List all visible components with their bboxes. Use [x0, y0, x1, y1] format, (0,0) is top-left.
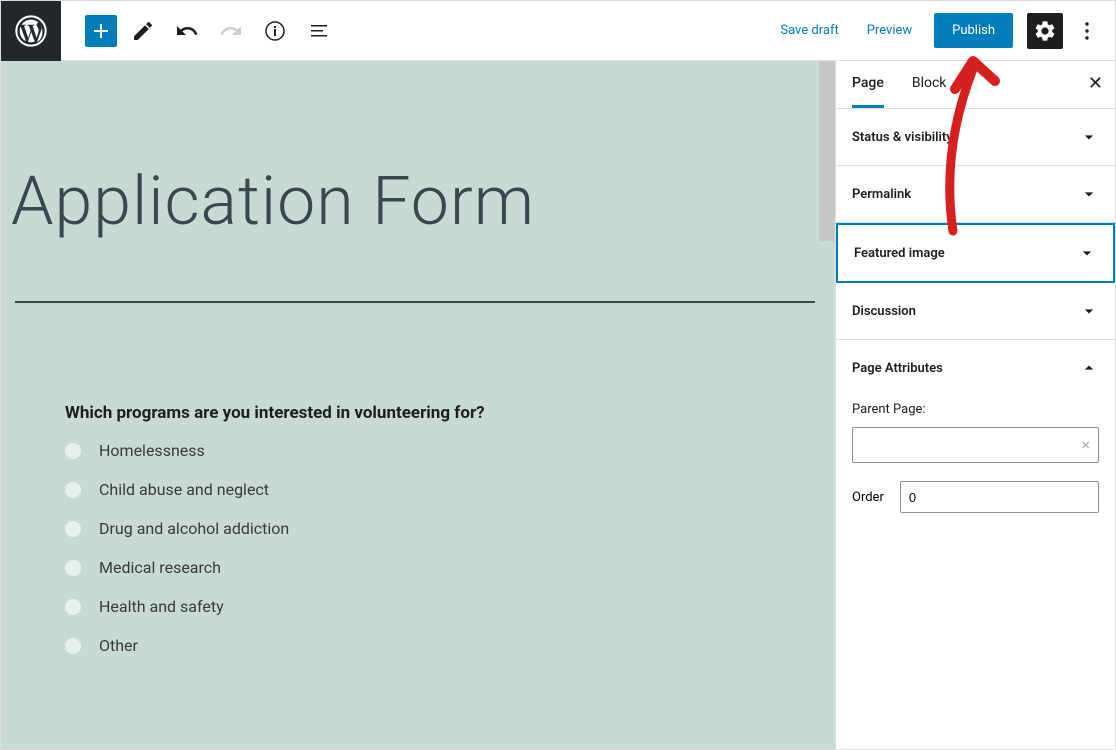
form-option-label: Other [99, 636, 138, 655]
redo-button[interactable] [213, 13, 249, 49]
radio-icon[interactable] [65, 560, 81, 576]
publish-button[interactable]: Publish [934, 13, 1013, 48]
save-draft-link[interactable]: Save draft [766, 15, 852, 46]
radio-icon[interactable] [65, 521, 81, 537]
form-option-label: Homelessness [99, 441, 205, 460]
redo-icon [219, 19, 243, 43]
add-block-button[interactable] [85, 15, 117, 47]
form-option-label: Medical research [99, 558, 221, 577]
form-option[interactable]: Child abuse and neglect [65, 480, 825, 499]
radio-icon[interactable] [65, 599, 81, 615]
panel-status-visibility[interactable]: Status & visibility [836, 109, 1115, 166]
order-label: Order [852, 490, 884, 505]
sidebar-tabs: Page Block ✕ [836, 61, 1115, 109]
panel-label: Page Attributes [852, 361, 943, 376]
parent-page-input[interactable]: × [852, 427, 1099, 463]
undo-icon [175, 19, 199, 43]
preview-link[interactable]: Preview [853, 15, 926, 46]
chevron-down-icon [1077, 243, 1097, 263]
info-icon [263, 19, 287, 43]
panel-permalink[interactable]: Permalink [836, 166, 1115, 223]
page-attributes-body: Parent Page: × Order [836, 396, 1115, 533]
panel-label: Discussion [852, 304, 916, 319]
panel-label: Featured image [854, 246, 945, 261]
separator-block[interactable] [15, 301, 815, 303]
info-button[interactable] [257, 13, 293, 49]
page-title[interactable]: Application Form [11, 61, 825, 301]
editor-topbar: Save draft Preview Publish [1, 1, 1115, 61]
settings-sidebar: Page Block ✕ Status & visibility Permali… [835, 61, 1115, 749]
form-option[interactable]: Homelessness [65, 441, 825, 460]
panel-page-attributes[interactable]: Page Attributes [836, 340, 1115, 396]
pencil-icon [131, 19, 155, 43]
list-icon [307, 19, 331, 43]
radio-icon[interactable] [65, 443, 81, 459]
edit-tool-button[interactable] [125, 13, 161, 49]
tab-page[interactable]: Page [852, 61, 884, 108]
gear-icon [1033, 19, 1057, 43]
form-question[interactable]: Which programs are you interested in vol… [65, 403, 825, 423]
form-option-label: Child abuse and neglect [99, 480, 269, 499]
chevron-down-icon [1079, 184, 1099, 204]
more-options-button[interactable] [1069, 13, 1105, 49]
wordpress-logo[interactable] [1, 1, 61, 61]
panel-featured-image[interactable]: Featured image [836, 223, 1115, 283]
scrollbar-thumb[interactable] [819, 61, 835, 241]
form-option-label: Drug and alcohol addiction [99, 519, 289, 538]
order-input[interactable] [900, 481, 1099, 513]
parent-page-label: Parent Page: [852, 402, 1099, 417]
chevron-down-icon [1079, 301, 1099, 321]
clear-parent-button[interactable]: × [1081, 435, 1090, 454]
form-option[interactable]: Other [65, 636, 825, 655]
tab-block[interactable]: Block [912, 61, 947, 108]
outline-button[interactable] [301, 13, 337, 49]
editor-canvas[interactable]: Application Form Which programs are you … [1, 61, 835, 749]
wordpress-icon [15, 15, 47, 47]
form-option-label: Health and safety [99, 597, 224, 616]
panel-label: Status & visibility [852, 130, 953, 145]
chevron-down-icon [1079, 127, 1099, 147]
chevron-up-icon [1079, 358, 1099, 378]
settings-button[interactable] [1027, 13, 1063, 49]
panel-label: Permalink [852, 187, 911, 202]
radio-icon[interactable] [65, 482, 81, 498]
undo-button[interactable] [169, 13, 205, 49]
form-option[interactable]: Medical research [65, 558, 825, 577]
radio-icon[interactable] [65, 638, 81, 654]
form-option[interactable]: Drug and alcohol addiction [65, 519, 825, 538]
form-option[interactable]: Health and safety [65, 597, 825, 616]
more-vertical-icon [1075, 19, 1099, 43]
plus-icon [89, 19, 113, 43]
panel-discussion[interactable]: Discussion [836, 283, 1115, 340]
close-sidebar-button[interactable]: ✕ [1088, 73, 1103, 94]
